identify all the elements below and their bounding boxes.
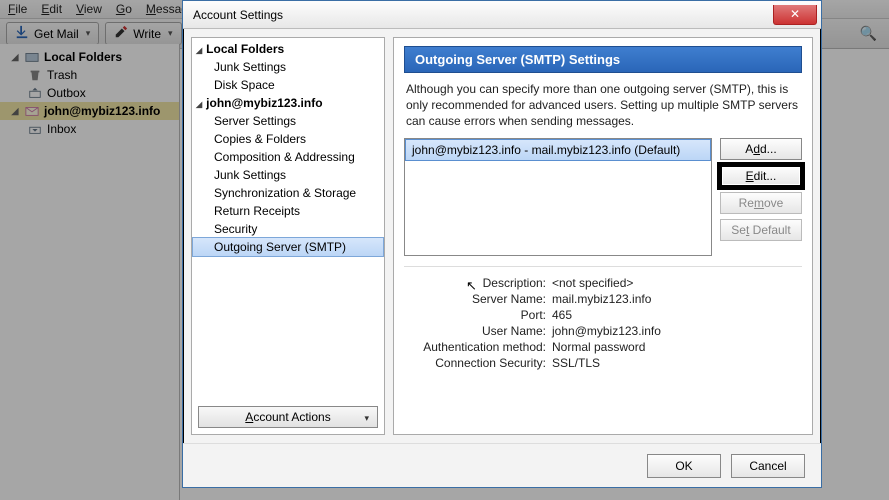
panel-description: Although you can specify more than one o… [406, 81, 800, 130]
inbox-label: Inbox [47, 122, 76, 136]
smtp-list-item[interactable]: john@mybiz123.info - mail.mybiz123.info … [405, 139, 711, 161]
write-label: Write [133, 27, 161, 41]
account-node[interactable]: ◢ john@mybiz123.info [0, 102, 179, 120]
tree-junk-settings[interactable]: Junk Settings [192, 58, 384, 76]
tree-server-settings[interactable]: Server Settings [192, 112, 384, 130]
get-mail-button[interactable]: Get Mail ▾ [6, 22, 99, 45]
search-icon[interactable]: 🔍 [860, 25, 877, 42]
smtp-server-list[interactable]: john@mybiz123.info - mail.mybiz123.info … [404, 138, 712, 256]
close-button[interactable]: ✕ [773, 5, 817, 25]
tree-composition[interactable]: Composition & Addressing [192, 148, 384, 166]
detail-value-description: <not specified> [552, 276, 802, 290]
detail-value-auth: Normal password [552, 340, 802, 354]
detail-value-server: mail.mybiz123.info [552, 292, 802, 306]
account-actions-button[interactable]: Account Actions▾ [198, 406, 378, 428]
tree-security[interactable]: Security [192, 220, 384, 238]
local-folders-label: Local Folders [44, 50, 122, 64]
trash-node[interactable]: Trash [0, 66, 179, 84]
menu-edit[interactable]: Edit [41, 2, 62, 16]
close-icon: ✕ [790, 7, 800, 21]
detail-label-description: Description: [404, 276, 552, 290]
folder-icon [25, 50, 39, 64]
local-folders-node[interactable]: ◢ Local Folders [0, 48, 179, 66]
inbox-node[interactable]: Inbox [0, 120, 179, 138]
add-button[interactable]: Add... [720, 138, 802, 160]
outbox-node[interactable]: Outbox [0, 84, 179, 102]
settings-content: Outgoing Server (SMTP) Settings Although… [393, 37, 813, 435]
detail-label-security: Connection Security: [404, 356, 552, 370]
tree-disk-space[interactable]: Disk Space [192, 76, 384, 94]
tree-account[interactable]: john@mybiz123.info [192, 94, 384, 112]
inbox-icon [28, 122, 42, 136]
ok-button[interactable]: OK [647, 454, 721, 478]
dialog-titlebar: Account Settings ✕ [183, 1, 821, 29]
expand-icon[interactable]: ◢ [10, 106, 20, 117]
remove-button: Remove [720, 192, 802, 214]
tree-local-folders[interactable]: Local Folders [192, 40, 384, 58]
detail-value-security: SSL/TLS [552, 356, 802, 370]
detail-label-user: User Name: [404, 324, 552, 338]
tree-sync-storage[interactable]: Synchronization & Storage [192, 184, 384, 202]
menu-go[interactable]: Go [116, 2, 132, 16]
account-settings-dialog: Account Settings ✕ Local Folders Junk Se… [182, 0, 822, 488]
trash-icon [28, 68, 42, 82]
menu-view[interactable]: View [76, 2, 102, 16]
outbox-icon [28, 86, 42, 100]
detail-value-user: john@mybiz123.info [552, 324, 802, 338]
detail-label-server: Server Name: [404, 292, 552, 306]
panel-heading: Outgoing Server (SMTP) Settings [404, 46, 802, 73]
download-icon [15, 25, 29, 42]
tree-junk-settings-2[interactable]: Junk Settings [192, 166, 384, 184]
dialog-button-row: OK Cancel [183, 443, 821, 487]
dropdown-icon: ▾ [364, 413, 369, 424]
write-button[interactable]: Write ▾ [105, 22, 181, 45]
dialog-title: Account Settings [193, 8, 283, 22]
settings-tree: Local Folders Junk Settings Disk Space j… [191, 37, 385, 435]
detail-label-port: Port: [404, 308, 552, 322]
menu-file[interactable]: File [8, 2, 27, 16]
outbox-label: Outbox [47, 86, 86, 100]
tree-outgoing-smtp[interactable]: Outgoing Server (SMTP) [192, 237, 384, 257]
edit-button[interactable]: Edit... [720, 165, 802, 187]
expand-icon[interactable]: ◢ [10, 52, 20, 63]
chevron-down-icon: ▾ [86, 28, 91, 39]
tree-return-receipts[interactable]: Return Receipts [192, 202, 384, 220]
folder-pane: ◢ Local Folders Trash Outbox ◢ john@mybi… [0, 44, 180, 500]
account-label: john@mybiz123.info [44, 104, 160, 118]
set-default-button: Set Default [720, 219, 802, 241]
mail-account-icon [25, 104, 39, 118]
tree-copies-folders[interactable]: Copies & Folders [192, 130, 384, 148]
chevron-down-icon: ▾ [168, 28, 173, 39]
detail-label-auth: Authentication method: [404, 340, 552, 354]
detail-value-port: 465 [552, 308, 802, 322]
trash-label: Trash [47, 68, 77, 82]
pencil-icon [114, 25, 128, 42]
smtp-details: Description:<not specified> Server Name:… [404, 266, 802, 371]
get-mail-label: Get Mail [34, 27, 79, 41]
cancel-button[interactable]: Cancel [731, 454, 805, 478]
